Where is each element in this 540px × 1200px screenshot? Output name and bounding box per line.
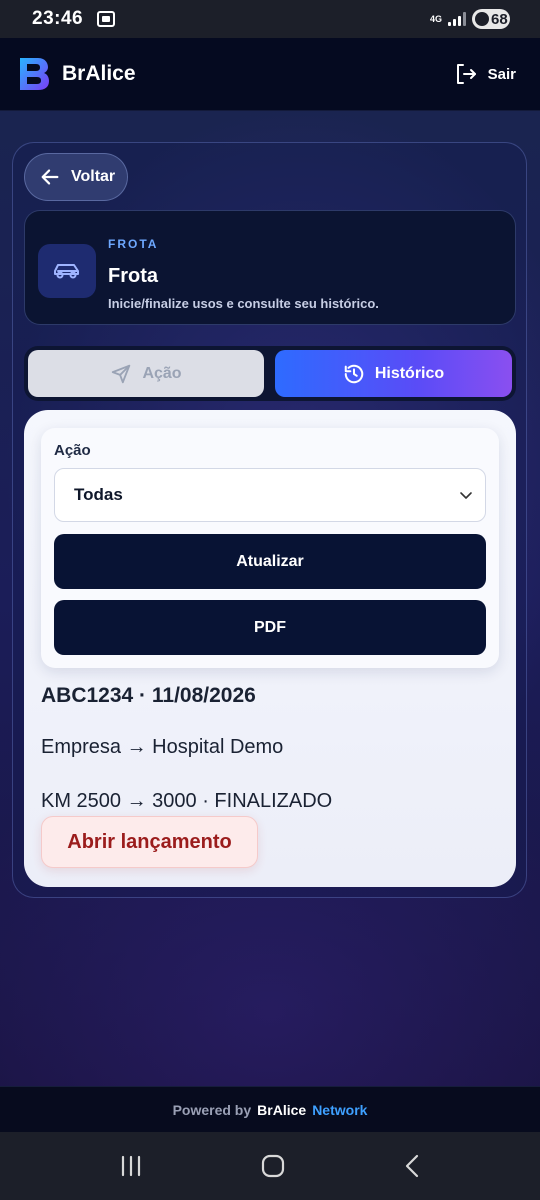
battery-saver-icon [475, 12, 489, 26]
logout-label: Sair [487, 65, 516, 83]
brand-name: BrAlice [62, 62, 136, 85]
filter-label: Ação [54, 442, 91, 459]
network-type: 4G [429, 13, 442, 24]
chevron-down-icon [460, 492, 472, 499]
open-entry-button[interactable]: Abrir lançamento [41, 816, 258, 868]
battery-icon: 68 [472, 9, 510, 29]
app-header: BrAlice Sair [0, 38, 540, 111]
footer-network: Network [312, 1101, 368, 1118]
system-nav-bar [0, 1132, 540, 1200]
app-footer: Powered by BrAlice Network [0, 1086, 540, 1132]
filter-box: Ação Todas Atualizar PDF [41, 428, 499, 668]
module-icon-box [38, 244, 96, 298]
tab-acao-label: Ação [142, 364, 182, 382]
arrow-left-icon [41, 169, 59, 185]
action-select[interactable]: Todas [54, 468, 486, 522]
footer-brand: BrAlice [257, 1101, 307, 1118]
action-select-value: Todas [74, 485, 123, 504]
tab-bar: Ação Histórico [24, 346, 516, 401]
logout-icon [456, 64, 476, 84]
module-overline: FROTA [108, 237, 159, 251]
module-header-card: FROTA Frota Inicie/finalize usos e consu… [24, 210, 516, 325]
record-km-line: KM 2500 → 3000 · FINALIZADO [41, 790, 333, 812]
footer-powered: Powered by [172, 1101, 252, 1118]
screenshot-icon [97, 11, 116, 27]
pdf-button[interactable]: PDF [54, 600, 486, 655]
record-company-line: Empresa → Hospital Demo [41, 736, 284, 758]
module-description: Inicie/finalize usos e consulte seu hist… [108, 296, 379, 311]
tab-acao[interactable]: Ação [28, 350, 264, 397]
record-title: ABC1234 · 11/08/2026 [41, 684, 256, 707]
status-indicators: 4G 68 [430, 9, 510, 29]
history-icon [344, 364, 364, 383]
status-time: 23:46 [32, 8, 84, 29]
tab-historico[interactable]: Histórico [275, 350, 512, 397]
home-icon[interactable] [260, 1153, 286, 1179]
back-nav-icon[interactable] [402, 1153, 422, 1179]
recent-apps-icon[interactable] [118, 1154, 144, 1178]
logout-button[interactable]: Sair [454, 62, 516, 86]
back-label: Voltar [71, 168, 116, 185]
back-button[interactable]: Voltar [24, 153, 128, 201]
battery-level: 68 [491, 10, 508, 28]
send-icon [112, 364, 131, 383]
car-icon [54, 264, 79, 279]
module-title: Frota [108, 265, 158, 287]
tab-historico-label: Histórico [374, 364, 445, 382]
signal-icon [448, 12, 466, 26]
history-content-card: Ação Todas Atualizar PDF ABC1234 · 11/08… [24, 410, 516, 887]
brand-logo-icon [20, 58, 49, 90]
status-bar: 23:46 4G 68 [0, 0, 540, 38]
refresh-button[interactable]: Atualizar [54, 534, 486, 589]
